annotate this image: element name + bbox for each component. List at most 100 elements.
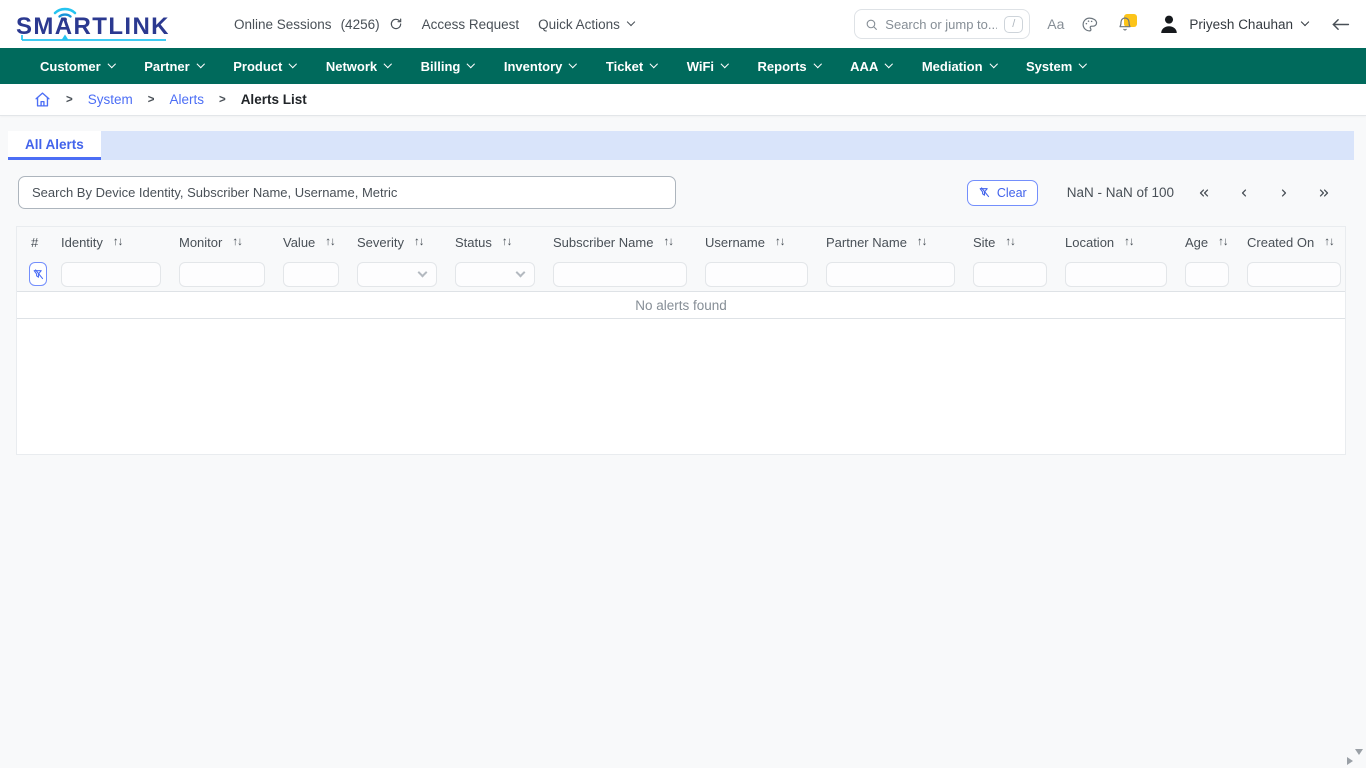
sort-icon[interactable]: ↑↓: [775, 236, 785, 248]
sort-icon[interactable]: ↑↓: [1324, 236, 1334, 248]
nav-item-billing[interactable]: Billing: [421, 59, 474, 74]
table-filter-row: [17, 257, 1345, 292]
sort-icon[interactable]: ↑↓: [502, 236, 512, 248]
global-search-input[interactable]: [885, 17, 997, 32]
theme-palette-icon[interactable]: [1081, 16, 1098, 33]
column-header-severity[interactable]: Severity↑↓: [343, 235, 441, 250]
nav-item-product[interactable]: Product: [233, 59, 296, 74]
chevron-down-icon: [197, 60, 205, 68]
nav-item-inventory[interactable]: Inventory: [504, 59, 576, 74]
nav-label: Mediation: [922, 59, 983, 74]
column-header-monitor[interactable]: Monitor↑↓: [165, 235, 269, 250]
chevron-down-icon: [650, 60, 658, 68]
first-page-button[interactable]: [1184, 182, 1224, 204]
filter-toggle-button[interactable]: [29, 262, 47, 286]
sort-icon[interactable]: ↑↓: [414, 236, 424, 248]
subscriber-name-filter-input[interactable]: [553, 262, 687, 287]
home-icon[interactable]: [34, 91, 51, 108]
tab-all-alerts[interactable]: All Alerts: [8, 131, 101, 160]
breadcrumb-link-alerts[interactable]: Alerts: [169, 92, 204, 107]
nav-label: Product: [233, 59, 282, 74]
nav-item-partner[interactable]: Partner: [144, 59, 203, 74]
column-header-identity[interactable]: Identity↑↓: [47, 235, 165, 250]
column-header-age[interactable]: Age↑↓: [1171, 235, 1233, 250]
sort-icon[interactable]: ↑↓: [917, 236, 927, 248]
breadcrumb-current: Alerts List: [241, 92, 307, 107]
online-sessions-count: (4256): [341, 17, 380, 32]
username-filter-input[interactable]: [705, 262, 808, 287]
column-header-location[interactable]: Location↑↓: [1051, 235, 1171, 250]
chevron-down-icon: [289, 60, 297, 68]
sort-icon[interactable]: ↑↓: [663, 236, 673, 248]
svg-text:SMARTLINK: SMARTLINK: [16, 13, 170, 40]
nav-label: Inventory: [504, 59, 563, 74]
column-header-username[interactable]: Username↑↓: [691, 235, 812, 250]
nav-item-network[interactable]: Network: [326, 59, 391, 74]
identity-filter-input[interactable]: [61, 262, 161, 287]
chevron-down-icon: [814, 60, 822, 68]
top-header: SMARTLINK Online Sessions (4256) Access …: [0, 0, 1366, 48]
value-filter-input[interactable]: [283, 262, 339, 287]
chevron-down-icon: [418, 268, 428, 278]
scrollbar-right-arrow[interactable]: [1347, 757, 1353, 765]
column-header-subscriber-name[interactable]: Subscriber Name↑↓: [539, 235, 691, 250]
filter-off-icon: [32, 268, 45, 281]
smartlink-logo[interactable]: SMARTLINK: [14, 4, 174, 44]
table-header-row: # Identity↑↓ Monitor↑↓ Value↑↓ Severity↑…: [17, 227, 1345, 257]
next-page-button[interactable]: [1264, 182, 1304, 204]
chevron-down-icon: [569, 60, 577, 68]
prev-page-button[interactable]: [1224, 182, 1264, 204]
nav-item-reports[interactable]: Reports: [758, 59, 821, 74]
location-filter-input[interactable]: [1065, 262, 1167, 287]
sort-icon[interactable]: ↑↓: [232, 236, 242, 248]
age-filter-input[interactable]: [1185, 262, 1229, 287]
nav-item-aaa[interactable]: AAA: [850, 59, 892, 74]
nav-item-mediation[interactable]: Mediation: [922, 59, 996, 74]
online-sessions[interactable]: Online Sessions (4256): [234, 17, 403, 32]
chevron-down-icon: [627, 18, 635, 26]
online-sessions-label: Online Sessions: [234, 17, 332, 32]
column-header-value[interactable]: Value↑↓: [269, 235, 343, 250]
nav-item-ticket[interactable]: Ticket: [606, 59, 657, 74]
user-menu[interactable]: Priyesh Chauhan: [1158, 13, 1308, 35]
site-filter-input[interactable]: [973, 262, 1047, 287]
quick-actions-label: Quick Actions: [538, 17, 620, 32]
breadcrumb-link-system[interactable]: System: [88, 92, 133, 107]
access-request-link[interactable]: Access Request: [422, 17, 520, 32]
alerts-search-input[interactable]: [18, 176, 676, 209]
sort-icon[interactable]: ↑↓: [113, 236, 123, 248]
scrollbar-down-arrow[interactable]: [1355, 749, 1363, 755]
content-area: All Alerts Clear NaN - NaN of 100 # Iden…: [0, 116, 1366, 455]
nav-item-customer[interactable]: Customer: [40, 59, 114, 74]
global-search[interactable]: /: [854, 9, 1030, 39]
quick-actions-menu[interactable]: Quick Actions: [538, 17, 634, 32]
pagination-range: NaN - NaN of 100: [1067, 185, 1174, 200]
last-page-button[interactable]: [1304, 182, 1344, 204]
refresh-icon[interactable]: [389, 17, 403, 31]
clear-filters-button[interactable]: Clear: [967, 180, 1038, 206]
nav-item-wifi[interactable]: WiFi: [687, 59, 728, 74]
created-on-filter-input[interactable]: [1247, 262, 1341, 287]
status-filter-select[interactable]: [455, 262, 535, 287]
notifications-bell-icon[interactable]: [1115, 14, 1135, 34]
main-nav: Customer Partner Product Network Billing…: [0, 48, 1366, 84]
monitor-filter-input[interactable]: [179, 262, 265, 287]
sort-icon[interactable]: ↑↓: [1218, 236, 1228, 248]
sort-icon[interactable]: ↑↓: [1124, 236, 1134, 248]
sort-icon[interactable]: ↑↓: [325, 236, 335, 248]
avatar: [1158, 13, 1180, 35]
tab-bar: All Alerts: [8, 131, 1354, 160]
nav-label: System: [1026, 59, 1072, 74]
nav-label: WiFi: [687, 59, 714, 74]
column-header-created-on[interactable]: Created On↑↓: [1233, 235, 1345, 250]
column-header-partner-name[interactable]: Partner Name↑↓: [812, 235, 959, 250]
chevron-down-icon: [885, 60, 893, 68]
partner-name-filter-input[interactable]: [826, 262, 955, 287]
nav-item-system[interactable]: System: [1026, 59, 1086, 74]
severity-filter-select[interactable]: [357, 262, 437, 287]
column-header-status[interactable]: Status↑↓: [441, 235, 539, 250]
column-header-site[interactable]: Site↑↓: [959, 235, 1051, 250]
font-size-toggle[interactable]: Aa: [1047, 16, 1064, 32]
sort-icon[interactable]: ↑↓: [1005, 236, 1015, 248]
back-arrow-icon[interactable]: [1331, 17, 1350, 32]
